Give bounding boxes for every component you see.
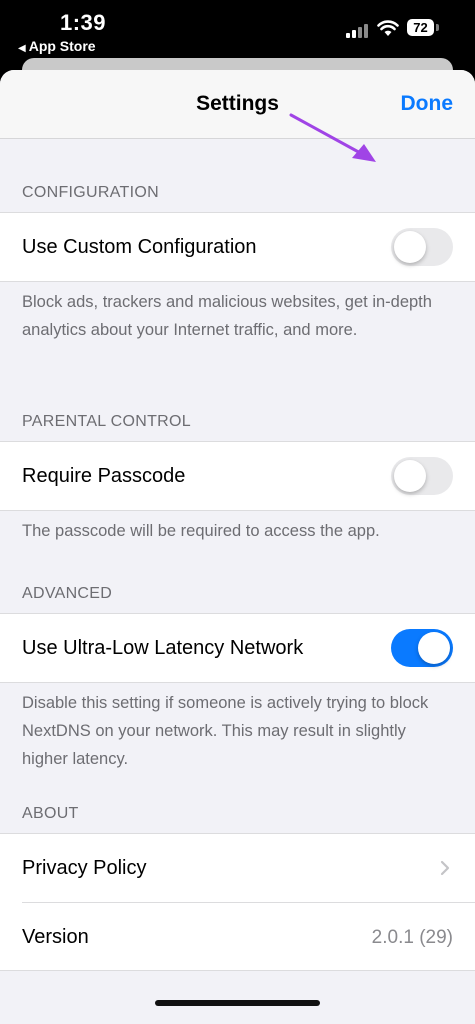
toggle-knob [418, 632, 450, 664]
toggle-knob [394, 231, 426, 263]
section-header-parental-control: PARENTAL CONTROL [22, 413, 191, 430]
privacy-policy-label: Privacy Policy [22, 857, 147, 879]
toggle-knob [394, 460, 426, 492]
settings-sheet: Settings Done CONFIGURATION Use Custom C… [0, 70, 475, 1024]
row-custom-configuration: Use Custom Configuration [0, 213, 475, 281]
custom-configuration-label: Use Custom Configuration [22, 236, 257, 258]
chevron-right-icon [440, 860, 450, 876]
ultra-low-latency-toggle[interactable] [391, 629, 453, 667]
advanced-group: Use Ultra-Low Latency Network [0, 613, 475, 683]
parental-control-footer: The passcode will be required to access … [22, 522, 380, 540]
configuration-group: Use Custom Configuration [0, 212, 475, 282]
back-to-app-store[interactable]: ◀ App Store [18, 38, 96, 54]
back-label: App Store [28, 38, 96, 54]
status-time: 1:39 [60, 10, 107, 35]
about-group: Privacy Policy Version 2.0.1 (29) [0, 833, 475, 971]
home-indicator[interactable] [155, 1000, 320, 1006]
row-version: Version 2.0.1 (29) [22, 902, 475, 970]
back-triangle-icon: ◀ [18, 43, 26, 54]
row-require-passcode: Require Passcode [0, 442, 475, 510]
row-privacy-policy[interactable]: Privacy Policy [0, 834, 475, 902]
cellular-signal-icon [346, 22, 370, 38]
require-passcode-toggle[interactable] [391, 457, 453, 495]
section-header-configuration: CONFIGURATION [22, 184, 159, 201]
version-label: Version [22, 926, 89, 948]
section-header-about: ABOUT [22, 805, 79, 822]
custom-configuration-toggle[interactable] [391, 228, 453, 266]
done-button[interactable]: Done [401, 92, 454, 116]
ultra-low-latency-label: Use Ultra-Low Latency Network [22, 637, 304, 659]
navigation-bar: Settings Done [0, 70, 475, 139]
battery-indicator: 72 [407, 19, 434, 36]
wifi-icon [377, 20, 399, 36]
section-header-advanced: ADVANCED [22, 585, 113, 602]
configuration-footer: Block ads, trackers and malicious websit… [22, 293, 432, 339]
parental-control-group: Require Passcode [0, 441, 475, 511]
phone-screen: 1:39 ◀ App Store 72 Settings Done CONFIGU… [0, 0, 475, 1024]
row-ultra-low-latency: Use Ultra-Low Latency Network [0, 614, 475, 682]
version-value: 2.0.1 (29) [371, 927, 453, 948]
require-passcode-label: Require Passcode [22, 465, 186, 487]
battery-tip [436, 24, 439, 31]
advanced-footer: Disable this setting if someone is activ… [22, 694, 429, 768]
